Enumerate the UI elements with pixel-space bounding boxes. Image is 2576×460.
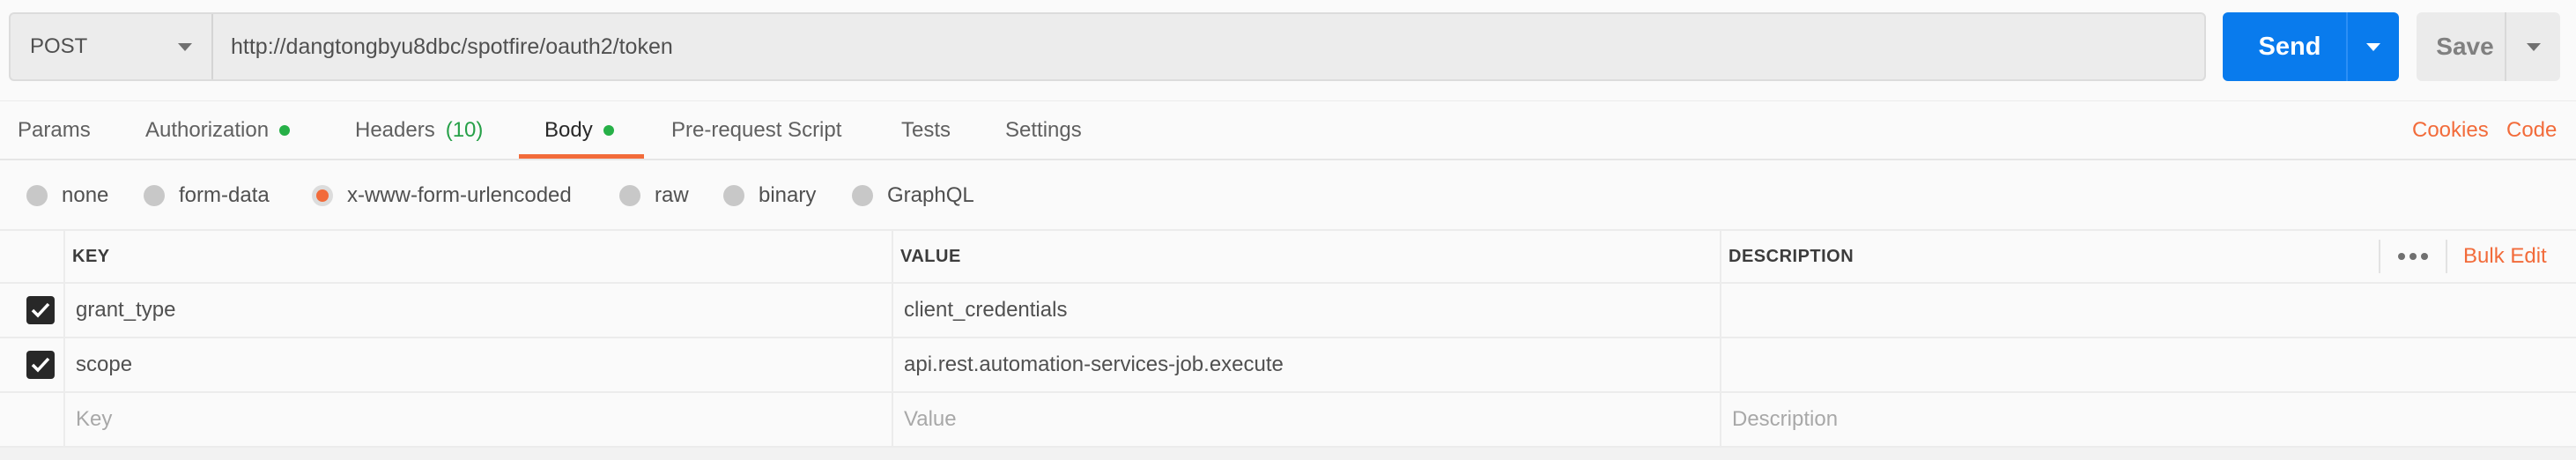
tab-params[interactable]: Params	[18, 101, 91, 160]
new-row: Key Value Description	[0, 393, 2576, 448]
tab-label: Body	[544, 118, 593, 142]
save-button[interactable]: Save	[2417, 12, 2560, 81]
radio-label: form-data	[179, 183, 270, 207]
row-value[interactable]: api.rest.automation-services-job.execute	[904, 338, 1284, 391]
column-divider	[1720, 231, 1721, 448]
tab-headers[interactable]: Headers (10)	[355, 101, 483, 160]
method-label: POST	[30, 34, 88, 58]
status-dot-icon	[279, 125, 291, 136]
radio-label: binary	[759, 183, 817, 207]
divider	[2379, 240, 2380, 273]
row-value[interactable]: client_credentials	[904, 284, 1067, 337]
send-button[interactable]: Send	[2223, 12, 2399, 81]
tab-pre-request-script[interactable]: Pre-request Script	[671, 101, 841, 160]
tab-label: Params	[18, 118, 91, 142]
table-header-row: KEY VALUE DESCRIPTION Bulk Edit	[0, 231, 2576, 284]
send-button-label: Send	[2258, 32, 2321, 61]
radio-x-www-form-urlencoded[interactable]: x-www-form-urlencoded	[312, 162, 572, 229]
radio-circle-icon	[26, 185, 48, 206]
column-divider	[892, 231, 893, 448]
column-divider	[63, 231, 65, 448]
divider	[2446, 240, 2447, 273]
tab-label: Pre-request Script	[671, 118, 842, 142]
code-link[interactable]: Code	[2506, 101, 2557, 160]
method-select[interactable]: POST	[11, 14, 213, 79]
more-options-icon[interactable]	[2398, 231, 2428, 282]
cookies-link[interactable]: Cookies	[2412, 101, 2489, 160]
tab-label: Headers	[355, 118, 435, 142]
key-placeholder-input[interactable]: Key	[76, 393, 112, 446]
tab-label: Authorization	[145, 118, 270, 142]
checkmark-icon	[31, 357, 50, 373]
tab-body[interactable]: Body	[544, 101, 614, 160]
request-url-bar: POST	[9, 12, 2206, 81]
active-tab-indicator	[519, 154, 644, 159]
radio-circle-icon	[723, 185, 744, 206]
params-table: KEY VALUE DESCRIPTION Bulk Edit grant_ty…	[0, 231, 2576, 448]
row-checkbox[interactable]	[26, 296, 55, 324]
radio-label: GraphQL	[887, 183, 974, 207]
radio-form-data[interactable]: form-data	[144, 162, 270, 229]
tab-tests[interactable]: Tests	[901, 101, 951, 160]
tab-settings[interactable]: Settings	[1005, 101, 1082, 160]
chevron-down-icon	[2366, 42, 2380, 51]
value-placeholder-input[interactable]: Value	[904, 393, 957, 446]
radio-none[interactable]: none	[26, 162, 108, 229]
row-checkbox[interactable]	[26, 351, 55, 379]
status-dot-icon	[603, 125, 614, 136]
column-header-description: DESCRIPTION	[1728, 246, 1854, 266]
radio-raw[interactable]: raw	[619, 162, 689, 229]
header-count-badge: (10)	[445, 118, 484, 142]
radio-graphql[interactable]: GraphQL	[852, 162, 974, 229]
save-options-dropdown[interactable]	[2505, 12, 2560, 81]
row-key[interactable]: scope	[76, 338, 132, 391]
send-options-dropdown[interactable]	[2346, 12, 2399, 81]
tab-label: Tests	[901, 118, 951, 142]
save-button-label: Save	[2436, 33, 2494, 60]
radio-label: raw	[655, 183, 689, 207]
body-type-selector: none form-data x-www-form-urlencoded raw…	[0, 162, 2576, 231]
radio-circle-icon	[852, 185, 873, 206]
column-header-key: KEY	[72, 246, 110, 266]
bulk-edit-link[interactable]: Bulk Edit	[2463, 231, 2547, 282]
chevron-down-icon	[178, 43, 192, 51]
chevron-down-icon	[2526, 42, 2541, 51]
url-input[interactable]	[213, 14, 2204, 79]
radio-binary[interactable]: binary	[723, 162, 816, 229]
radio-label: none	[62, 183, 109, 207]
footer-strip	[0, 448, 2576, 460]
radio-selected-icon	[312, 185, 333, 206]
request-tabs: Params Authorization Headers (10) Body P…	[0, 100, 2576, 160]
radio-circle-icon	[144, 185, 165, 206]
table-row: scope api.rest.automation-services-job.e…	[0, 338, 2576, 393]
tab-authorization[interactable]: Authorization	[145, 101, 291, 160]
checkmark-icon	[31, 302, 50, 318]
column-header-value: VALUE	[900, 246, 961, 266]
description-placeholder-input[interactable]: Description	[1732, 393, 1838, 446]
table-row: grant_type client_credentials	[0, 284, 2576, 338]
tab-label: Settings	[1005, 118, 1082, 142]
radio-label: x-www-form-urlencoded	[347, 183, 572, 207]
row-key[interactable]: grant_type	[76, 284, 175, 337]
radio-circle-icon	[619, 185, 640, 206]
